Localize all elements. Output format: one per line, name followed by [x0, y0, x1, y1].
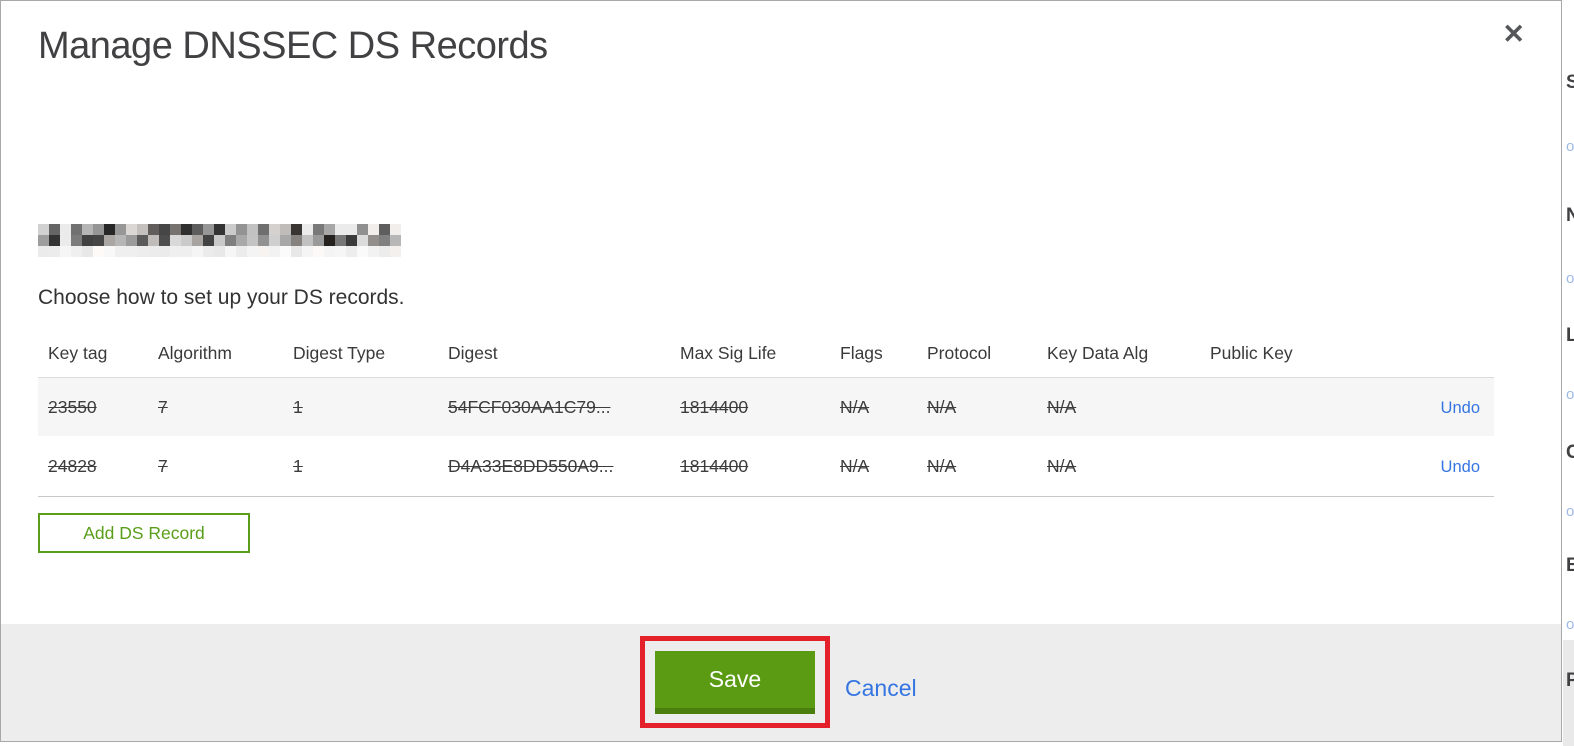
- col-header-protocol: Protocol: [927, 342, 992, 363]
- cell-protocol: N/A: [927, 455, 957, 476]
- modal-footer: Save Cancel: [1, 624, 1561, 741]
- table-row: 23550 7 1 54FCF030AA1C79... 1814400 N/A …: [38, 378, 1494, 436]
- page: Manage DNSSEC DS Records ✕ Choose how to…: [0, 0, 1574, 746]
- undo-link[interactable]: Undo: [1441, 399, 1480, 417]
- cell-key-tag: 23550: [48, 396, 97, 417]
- undo-link[interactable]: Undo: [1441, 458, 1480, 476]
- manage-dnssec-modal: Manage DNSSEC DS Records ✕ Choose how to…: [0, 0, 1562, 742]
- background-page-fragment: o: [1566, 616, 1574, 633]
- cell-algorithm: 7: [158, 396, 168, 417]
- table-row: 24828 7 1 D4A33E8DD550A9... 1814400 N/A …: [38, 436, 1494, 497]
- col-header-digest-type: Digest Type: [293, 342, 386, 363]
- cell-flags: N/A: [840, 396, 870, 417]
- background-page-fragment: C: [1566, 442, 1574, 463]
- close-icon[interactable]: ✕: [1502, 21, 1525, 48]
- col-header-key-tag: Key tag: [48, 342, 108, 363]
- redacted-domain-name: [38, 224, 401, 257]
- modal-title: Manage DNSSEC DS Records: [38, 25, 548, 67]
- background-page-fragment: E: [1566, 555, 1574, 576]
- background-page-fragment: o: [1566, 503, 1574, 520]
- cell-flags: N/A: [840, 455, 870, 476]
- add-ds-record-button[interactable]: Add DS Record: [38, 513, 250, 553]
- background-page-fragment: L: [1566, 325, 1574, 346]
- col-header-flags: Flags: [840, 342, 883, 363]
- annotation-highlight-box: Save: [640, 636, 830, 728]
- cell-max-sig-life: 1814400: [680, 396, 749, 417]
- col-header-key-data-alg: Key Data Alg: [1047, 342, 1149, 363]
- col-header-max-sig-life: Max Sig Life: [680, 342, 777, 363]
- col-header-digest: Digest: [448, 342, 498, 363]
- cell-max-sig-life: 1814400: [680, 455, 749, 476]
- instruction-text: Choose how to set up your DS records.: [38, 286, 405, 309]
- cell-key-tag: 24828: [48, 455, 97, 476]
- background-page-fragment: o: [1566, 386, 1574, 403]
- background-page-fragment: o: [1566, 270, 1574, 287]
- cell-digest: 54FCF030AA1C79...: [448, 396, 611, 417]
- background-page-fragment: o: [1566, 138, 1574, 155]
- background-page-fragment: P: [1566, 670, 1574, 691]
- cell-digest-type: 1: [293, 396, 303, 417]
- cell-protocol: N/A: [927, 396, 957, 417]
- cancel-link[interactable]: Cancel: [845, 675, 917, 702]
- col-header-public-key: Public Key: [1210, 342, 1293, 363]
- col-header-algorithm: Algorithm: [158, 342, 232, 363]
- background-page-edge: So No Lo Co Eo P: [1563, 0, 1574, 746]
- cell-digest: D4A33E8DD550A9...: [448, 455, 614, 476]
- background-page-gray-section: [1563, 640, 1574, 746]
- cell-algorithm: 7: [158, 455, 168, 476]
- ds-records-table: Key tag Algorithm Digest Type Digest Max…: [38, 329, 1494, 497]
- table-header-row: Key tag Algorithm Digest Type Digest Max…: [38, 329, 1494, 378]
- cell-key-data-alg: N/A: [1047, 455, 1077, 476]
- background-page-fragment: S: [1566, 72, 1574, 93]
- save-button[interactable]: Save: [655, 650, 815, 714]
- background-page-fragment: N: [1566, 205, 1574, 226]
- cell-key-data-alg: N/A: [1047, 396, 1077, 417]
- cell-digest-type: 1: [293, 455, 303, 476]
